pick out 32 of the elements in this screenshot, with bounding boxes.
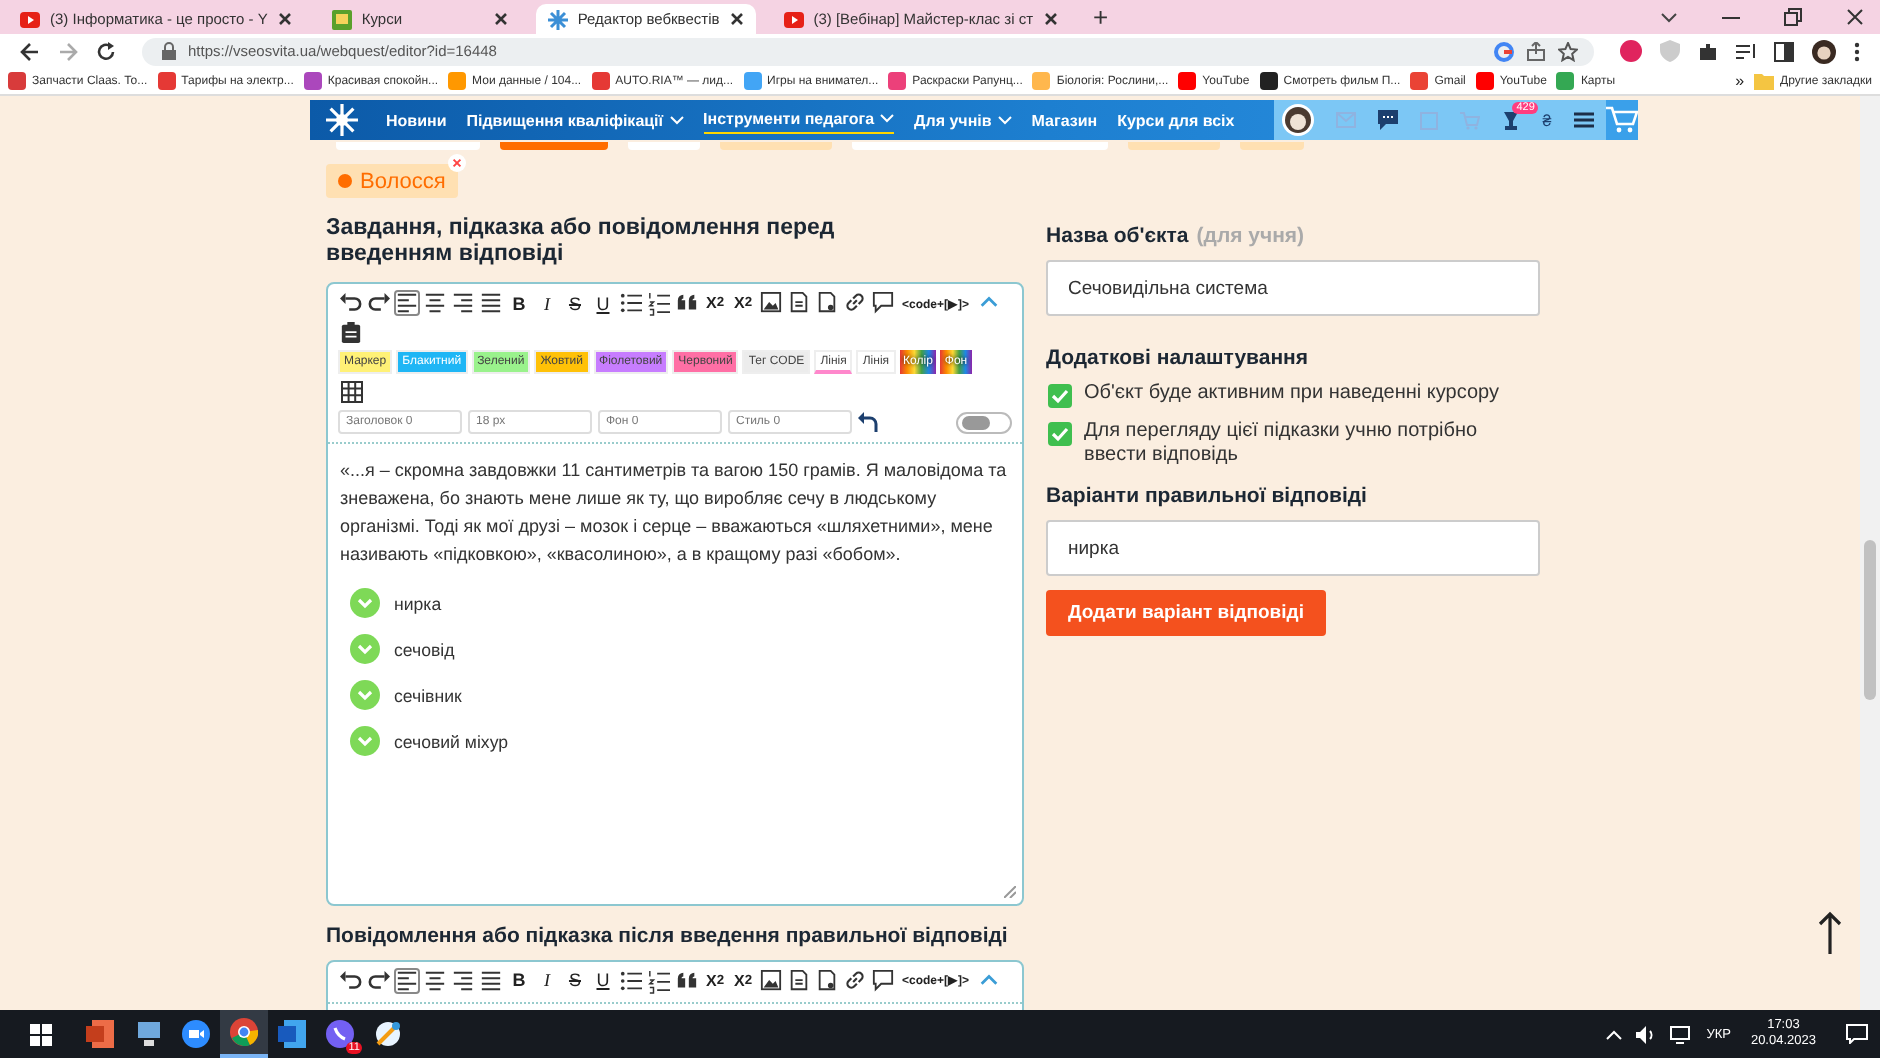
field-hint: (для учня) [1196,224,1305,248]
nav-link[interactable]: Підвищення кваліфікації [466,107,684,133]
nav-link[interactable]: Новини [386,107,447,133]
new-tab-button[interactable]: + [1085,2,1117,32]
field-label: Назва об'єкта [1046,224,1189,248]
more-bookmarks-button[interactable]: » [1735,72,1745,90]
italic-button[interactable]: I [534,967,560,993]
paragraph: «...я – скромна завдовжки 11 сантиметрів та вагою 150 грамів. Я маловідома та зневажена, бо знають мене лише як ту, що виробляє сечу в людському організмі. Тоді як мої друзі – мозок і серце – вважаються «шляхетними», мене називають «підковкою», «квасолиною», а в кращому разі «бобом». [340,458,1009,568]
object-name-field[interactable]: Сечовидільна система [1046,260,1540,316]
answer-field[interactable]: нирка [1046,520,1540,576]
nav-link[interactable]: Магазин [1031,107,1098,133]
bold-button[interactable]: B [506,290,532,316]
underline-button[interactable]: U [590,290,616,316]
answer-text: сечовід [394,639,455,659]
answer-text: сечівник [394,685,462,705]
nav-link[interactable]: Курси для всіх [1117,107,1235,133]
checkbox-label: Для перегляду цієї підказки учню потрібно ввести відповідь [1084,420,1480,468]
strikethrough-button[interactable]: S [562,290,588,316]
section-heading: Завдання, підказка або повідомлення перед введенням відповіді [326,216,837,268]
underline-button[interactable]: U [590,967,616,993]
answer-text: сечовий міхур [394,731,509,751]
nav-link[interactable]: Інструменти педагога [703,106,895,134]
italic-button[interactable]: I [534,290,560,316]
bold-button[interactable]: B [506,967,532,993]
nav-link[interactable]: Для учнів [914,107,1012,133]
section-heading: Повідомлення або підказка після введення правильної відповіді [326,924,1010,949]
section-heading: Варіанти правильної відповіді [1046,484,1369,508]
strikethrough-button[interactable]: S [562,967,588,993]
section-heading: Додаткові налаштування [1046,346,1311,370]
answer-text: нирка [394,593,442,613]
checkbox-label: Об'єкт буде активним при наведенні курсору [1084,382,1499,406]
currency-sign: ₴ [1542,111,1552,129]
